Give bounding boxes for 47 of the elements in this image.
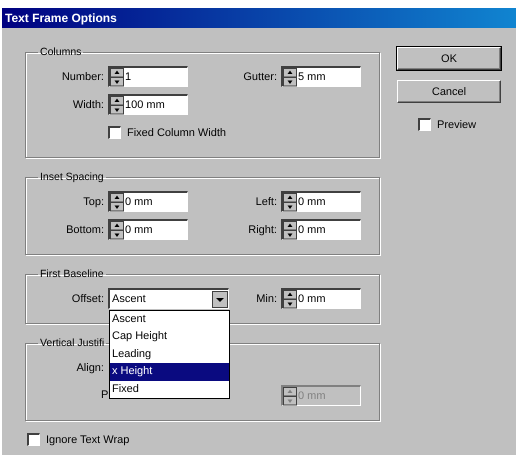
spin-buttons[interactable]	[283, 68, 297, 87]
spin-buttons[interactable]	[283, 290, 297, 309]
spin-field[interactable]: 0 mm	[108, 191, 188, 212]
group-title: Columns	[39, 46, 82, 58]
dialog-button[interactable]: OK	[397, 47, 501, 70]
dropdown-option[interactable]: Cap Height	[110, 328, 229, 346]
dialog-button[interactable]: Cancel	[397, 80, 501, 103]
field-label: Left:	[256, 196, 278, 208]
dropdown-option[interactable]: x Height	[110, 363, 229, 381]
dropdown-option[interactable]: Fixed	[110, 380, 229, 398]
field-label: Offset:	[72, 292, 105, 304]
field-label: Right:	[248, 224, 278, 236]
checkbox[interactable]	[418, 118, 431, 131]
spin-field[interactable]: 0 mm	[281, 219, 361, 240]
group-title: First Baseline	[39, 268, 105, 280]
field-label: Min:	[256, 292, 278, 304]
checkbox[interactable]	[108, 126, 121, 139]
group-title: Vertical Justifi	[39, 337, 106, 349]
spin-field[interactable]: 5 mm	[281, 66, 361, 87]
checkbox[interactable]	[27, 433, 40, 446]
dropdown[interactable]: Ascent	[108, 288, 229, 309]
checkbox-label: Fixed Column Width	[127, 126, 226, 138]
field-label: Gutter:	[243, 70, 278, 82]
spin-buttons[interactable]	[110, 193, 124, 212]
field-label: Align:	[76, 362, 105, 374]
checkbox-label: Ignore Text Wrap	[46, 434, 130, 446]
dropdown-option[interactable]: Ascent	[110, 311, 229, 328]
field-label: Number:	[62, 70, 105, 82]
field-label: Bottom:	[66, 224, 105, 236]
spin-buttons[interactable]	[283, 193, 297, 212]
spin-buttons[interactable]	[283, 221, 297, 240]
checkbox-label: Preview	[437, 118, 476, 130]
window-title: Text Frame Options	[5, 11, 117, 25]
caret-icon[interactable]	[212, 290, 228, 308]
spin-field[interactable]: 0 mm	[281, 191, 361, 212]
field-label: Top:	[83, 196, 105, 208]
spin-buttons[interactable]	[110, 68, 124, 87]
group-title: Inset Spacing	[39, 171, 105, 183]
spin-field[interactable]: 100 mm	[108, 94, 188, 115]
spin-field[interactable]: 1	[108, 66, 188, 87]
dropdown-option[interactable]: Leading	[110, 346, 229, 364]
spin-buttons[interactable]	[110, 221, 124, 240]
field-label: Width:	[72, 98, 105, 110]
spin-field[interactable]: 0 mm	[108, 219, 188, 240]
field-label: P	[101, 389, 108, 401]
spin-buttons[interactable]	[110, 96, 124, 115]
spin-field[interactable]: 0 mm	[281, 288, 361, 309]
